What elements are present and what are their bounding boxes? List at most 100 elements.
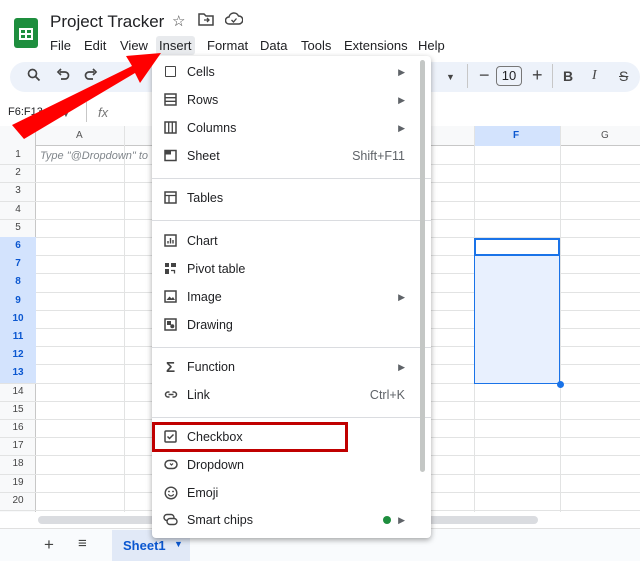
sheets-logo-icon[interactable]: [14, 18, 38, 48]
row-header-1[interactable]: 1: [0, 146, 36, 164]
menu-item-chart[interactable]: Chart: [152, 229, 431, 255]
row-header-15[interactable]: 15: [0, 401, 36, 419]
redo-icon[interactable]: [84, 68, 98, 86]
menu-item-function[interactable]: Σ Function ▶: [152, 355, 431, 381]
cell-a1-placeholder: Type "@Dropdown" to: [40, 150, 149, 162]
fill-handle[interactable]: [557, 381, 564, 388]
decrease-font-size-button[interactable]: −: [479, 65, 490, 86]
checkbox-highlight-annotation: [152, 422, 348, 452]
emoji-icon: [163, 486, 178, 501]
menu-item-link[interactable]: Link Ctrl+K: [152, 383, 431, 409]
menu-format[interactable]: Format: [204, 36, 251, 55]
row-header-7[interactable]: 7: [0, 255, 36, 274]
menu-item-label: Columns: [187, 121, 237, 135]
menu-edit[interactable]: Edit: [81, 36, 109, 55]
row-header-19[interactable]: 19: [0, 474, 36, 492]
menu-help[interactable]: Help: [415, 36, 448, 55]
row-header-11[interactable]: 11: [0, 328, 36, 347]
row-header-3[interactable]: 3: [0, 182, 36, 200]
insert-dropdown-menu: Cells ▶ Rows ▶ Columns ▶ Sheet Shift+F11…: [152, 56, 431, 538]
row-header-8[interactable]: 8: [0, 273, 36, 292]
row-header-12[interactable]: 12: [0, 346, 36, 365]
active-cell-f6[interactable]: [474, 238, 560, 256]
column-header-g[interactable]: G: [601, 130, 609, 141]
menu-extensions[interactable]: Extensions: [341, 36, 411, 55]
menu-item-label: Smart chips: [187, 513, 253, 527]
column-header-a[interactable]: A: [76, 130, 83, 141]
link-icon: [163, 388, 178, 403]
cloud-status-icon[interactable]: [224, 12, 244, 30]
menu-item-image[interactable]: Image ▶: [152, 285, 431, 311]
dropdown-icon: [163, 458, 178, 473]
row-header-20[interactable]: 20: [0, 492, 36, 510]
menu-item-shortcut: Shift+F11: [352, 149, 405, 163]
menu-item-label: Chart: [187, 234, 218, 248]
rows-icon: [163, 93, 178, 108]
menu-tools[interactable]: Tools: [298, 36, 334, 55]
name-box[interactable]: F6:F13: [8, 106, 43, 118]
menu-item-label: Function: [187, 360, 235, 374]
cell-square-icon: [163, 65, 178, 80]
bold-button[interactable]: B: [563, 68, 573, 84]
italic-button[interactable]: I: [592, 68, 597, 84]
sheet-tab-caret-icon[interactable]: ▼: [174, 539, 183, 549]
menu-scrollbar[interactable]: [420, 60, 425, 472]
submenu-arrow-icon: ▶: [398, 67, 405, 77]
menu-item-emoji[interactable]: Emoji: [152, 481, 431, 507]
menu-insert[interactable]: Insert: [156, 36, 195, 55]
sheet-tab-label[interactable]: Sheet1: [123, 538, 166, 553]
strikethrough-button[interactable]: S: [619, 68, 628, 84]
selected-range-f6-f13[interactable]: [474, 238, 560, 384]
document-title[interactable]: Project Tracker: [50, 12, 164, 32]
menu-item-label: Link: [187, 388, 210, 402]
menu-item-pivot-table[interactable]: Pivot table: [152, 257, 431, 283]
row-header-4[interactable]: 4: [0, 201, 36, 219]
font-dropdown-arrow-icon[interactable]: ▼: [446, 72, 455, 82]
table-icon: [163, 191, 178, 206]
row-header-5[interactable]: 5: [0, 219, 36, 237]
menu-item-drawing[interactable]: Drawing: [152, 313, 431, 339]
row-header-14[interactable]: 14: [0, 383, 36, 401]
menu-item-rows[interactable]: Rows ▶: [152, 88, 431, 114]
column-gridline: [560, 126, 561, 512]
menu-item-columns[interactable]: Columns ▶: [152, 116, 431, 142]
fx-icon: fx: [98, 105, 109, 120]
menu-item-sheet[interactable]: Sheet Shift+F11: [152, 144, 431, 170]
menu-separator: [152, 178, 431, 179]
column-header-f[interactable]: F: [513, 130, 519, 141]
row-header-17[interactable]: 17: [0, 437, 36, 455]
menu-item-label: Sheet: [187, 149, 220, 163]
submenu-arrow-icon: ▶: [398, 292, 405, 302]
formula-divider: [86, 102, 87, 122]
row-header-13[interactable]: 13: [0, 364, 36, 383]
move-folder-icon[interactable]: [198, 12, 214, 30]
increase-font-size-button[interactable]: +: [532, 65, 543, 86]
menu-file[interactable]: File: [47, 36, 74, 55]
name-box-dropdown-icon[interactable]: ▼: [62, 110, 70, 119]
menu-item-tables[interactable]: Tables: [152, 186, 431, 212]
submenu-arrow-icon: ▶: [398, 515, 405, 525]
menu-item-dropdown[interactable]: Dropdown: [152, 453, 431, 479]
row-header-2[interactable]: 2: [0, 164, 36, 182]
star-icon[interactable]: ☆: [172, 12, 185, 30]
submenu-arrow-icon: ▶: [398, 362, 405, 372]
new-feature-dot-icon: [383, 516, 391, 524]
font-size-input[interactable]: 10: [496, 66, 522, 86]
menu-item-cells[interactable]: Cells ▶: [152, 60, 431, 86]
chart-icon: [163, 234, 178, 249]
image-icon: [163, 290, 178, 305]
undo-icon[interactable]: [56, 68, 70, 86]
menu-item-label: Tables: [187, 191, 224, 205]
row-header-9[interactable]: 9: [0, 291, 36, 310]
row-header-6[interactable]: 6: [0, 237, 36, 256]
menu-data[interactable]: Data: [257, 36, 290, 55]
search-menus-icon[interactable]: [27, 68, 41, 86]
menu-view[interactable]: View: [117, 36, 151, 55]
row-header-18[interactable]: 18: [0, 455, 36, 473]
all-sheets-menu-icon[interactable]: ≡: [78, 535, 87, 552]
row-header-10[interactable]: 10: [0, 309, 36, 328]
add-sheet-icon[interactable]: +: [44, 535, 54, 555]
drawing-icon: [163, 318, 178, 333]
row-header-16[interactable]: 16: [0, 419, 36, 437]
submenu-arrow-icon: ▶: [398, 123, 405, 133]
